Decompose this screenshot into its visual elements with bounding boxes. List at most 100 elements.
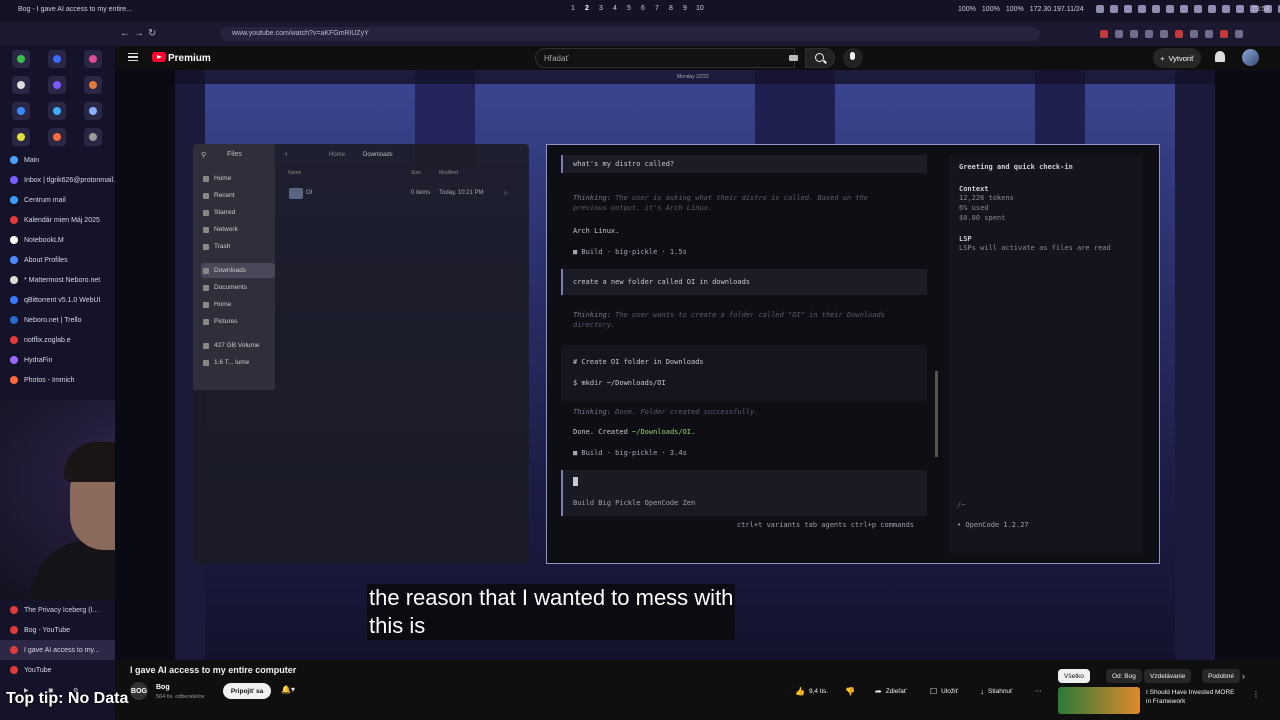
pinned-site-icon[interactable]	[12, 76, 30, 94]
extension-icon[interactable]	[1220, 30, 1228, 38]
sidebar-tab[interactable]: * Mattermost Neboro.net	[0, 270, 115, 290]
tray-icon[interactable]	[1138, 5, 1146, 13]
notifications-icon[interactable]	[1215, 51, 1225, 62]
share-button[interactable]: ➦ Zdieľať	[875, 683, 906, 699]
tray-icon[interactable]	[1110, 5, 1118, 13]
workspace-switcher[interactable]: 1 2 3 4 5 6 7 8 9 10	[570, 5, 704, 12]
files-place[interactable]: Home	[201, 171, 275, 186]
extension-icon[interactable]	[1190, 30, 1198, 38]
files-place[interactable]: Downloads	[201, 263, 275, 278]
tray-icon[interactable]	[1180, 5, 1188, 13]
workspace-6[interactable]: 6	[640, 5, 646, 12]
workspace-3[interactable]: 3	[598, 5, 604, 12]
column-name[interactable]: Name	[288, 170, 301, 176]
video-player[interactable]: Monday 22/22 ⚲ Files ‹ Home Downloads Ho…	[115, 70, 1280, 660]
sidebar-tab[interactable]: Main	[0, 150, 115, 170]
files-place[interactable]: Documents	[201, 280, 275, 295]
chevron-right-icon[interactable]: ›	[1242, 671, 1245, 681]
tray-icon[interactable]	[1222, 5, 1230, 13]
sidebar-tab[interactable]: NotebookLM	[0, 230, 115, 250]
prompt-input[interactable]: Build Big Pickle OpenCode Zen	[561, 470, 927, 516]
url-bar[interactable]: www.youtube.com/watch?v=aKFGmRiUZyY	[220, 27, 1040, 41]
file-name[interactable]: OI	[306, 190, 312, 196]
files-place[interactable]: Trash	[201, 239, 275, 254]
filter-chip[interactable]: Vzdelávanie	[1144, 669, 1192, 683]
workspace-5[interactable]: 5	[626, 5, 632, 12]
sidebar-tab[interactable]: The Privacy Iceberg (I...	[0, 600, 115, 620]
column-modified[interactable]: Modified	[439, 170, 458, 176]
tray-icon[interactable]	[1166, 5, 1174, 13]
tray-icon[interactable]	[1208, 5, 1216, 13]
extension-icon[interactable]	[1175, 30, 1183, 38]
reload-icon[interactable]: ↻	[148, 28, 156, 39]
back-icon[interactable]: ←	[120, 28, 130, 39]
sidebar-tab[interactable]: Photos - Immich	[0, 370, 115, 390]
sidebar-tab[interactable]: Inbox | tlgrik626@protonmail...	[0, 170, 115, 190]
workspace-2[interactable]: 2	[584, 5, 590, 12]
extension-icons[interactable]	[1100, 30, 1243, 38]
breadcrumb-home[interactable]: Home	[329, 152, 345, 158]
tray-icon[interactable]	[1152, 5, 1160, 13]
forward-icon[interactable]: →	[134, 28, 144, 39]
scrollbar[interactable]	[935, 371, 938, 457]
pinned-site-icon[interactable]	[48, 76, 66, 94]
bell-dropdown-icon[interactable]: 🔔▾	[281, 685, 307, 697]
sidebar-tab[interactable]: Centrum mail	[0, 190, 115, 210]
sidebar-tab[interactable]: HydraFin	[0, 350, 115, 370]
pinned-site-icon[interactable]	[12, 102, 30, 120]
pinned-site-icon[interactable]	[48, 128, 66, 146]
workspace-7[interactable]: 7	[654, 5, 660, 12]
filter-chip[interactable]: Podobné	[1202, 669, 1241, 683]
search-icon[interactable]: ⚲	[201, 151, 206, 159]
youtube-logo-icon[interactable]	[152, 52, 166, 62]
star-icon[interactable]: ☆	[503, 190, 508, 197]
search-button[interactable]	[805, 48, 835, 68]
download-button[interactable]: ↓ Stiahnuť	[980, 683, 1012, 699]
filter-chip[interactable]: Všetko	[1058, 669, 1090, 683]
sidebar-tab[interactable]: About Profiles	[0, 250, 115, 270]
files-place[interactable]: 1.6 T... lume	[201, 355, 275, 370]
pinned-site-icon[interactable]	[48, 50, 66, 68]
sidebar-tab[interactable]: Bog - YouTube	[0, 620, 115, 640]
keyboard-icon[interactable]	[789, 55, 798, 61]
pinned-site-icon[interactable]	[48, 102, 66, 120]
tray-icon[interactable]	[1096, 5, 1104, 13]
workspace-9[interactable]: 9	[682, 5, 688, 12]
workspace-4[interactable]: 4	[612, 5, 618, 12]
workspace-8[interactable]: 8	[668, 5, 674, 12]
search-input[interactable]: Hľadať	[535, 48, 795, 68]
dislike-button[interactable]: 👎	[845, 683, 855, 699]
filter-chip[interactable]: Od: Bog	[1106, 669, 1142, 683]
recommended-title[interactable]: I Should Have Invested MORE in Framework	[1146, 688, 1241, 706]
sidebar-tab[interactable]: YouTube	[0, 660, 115, 680]
extension-icon[interactable]	[1100, 30, 1108, 38]
files-place[interactable]: 427 GB Volume	[201, 338, 275, 353]
save-button[interactable]: ☐ Uložiť	[930, 683, 958, 699]
more-options-icon[interactable]: ⋮	[1252, 690, 1260, 699]
sidebar-tab[interactable]: Neboro.net | Trello	[0, 310, 115, 330]
recommended-thumbnail[interactable]	[1058, 687, 1140, 714]
files-place[interactable]: Starred	[201, 205, 275, 220]
extension-icon[interactable]	[1130, 30, 1138, 38]
more-actions-icon[interactable]: ⋯	[1035, 683, 1042, 699]
pinned-site-icon[interactable]	[84, 102, 102, 120]
extension-icon[interactable]	[1115, 30, 1123, 38]
files-place[interactable]: Home	[201, 297, 275, 312]
mic-icon[interactable]	[843, 48, 863, 68]
workspace-1[interactable]: 1	[570, 5, 576, 12]
create-button[interactable]: + Vytvoriť	[1153, 48, 1201, 68]
files-place[interactable]: Recent	[201, 188, 275, 203]
tray-icon[interactable]	[1194, 5, 1202, 13]
column-size[interactable]: Size	[411, 170, 421, 176]
youtube-premium-label[interactable]: Premium	[168, 53, 211, 64]
pinned-site-icon[interactable]	[84, 76, 102, 94]
extension-icon[interactable]	[1160, 30, 1168, 38]
tray-icon[interactable]	[1236, 5, 1244, 13]
extension-icon[interactable]	[1235, 30, 1243, 38]
pinned-site-icon[interactable]	[84, 50, 102, 68]
avatar[interactable]	[1242, 49, 1259, 66]
join-button[interactable]: Pripojiť sa	[223, 683, 271, 699]
channel-avatar[interactable]: BOG	[130, 682, 148, 700]
sidebar-tab[interactable]: Kalendár mien Máj 2025	[0, 210, 115, 230]
extension-icon[interactable]	[1205, 30, 1213, 38]
